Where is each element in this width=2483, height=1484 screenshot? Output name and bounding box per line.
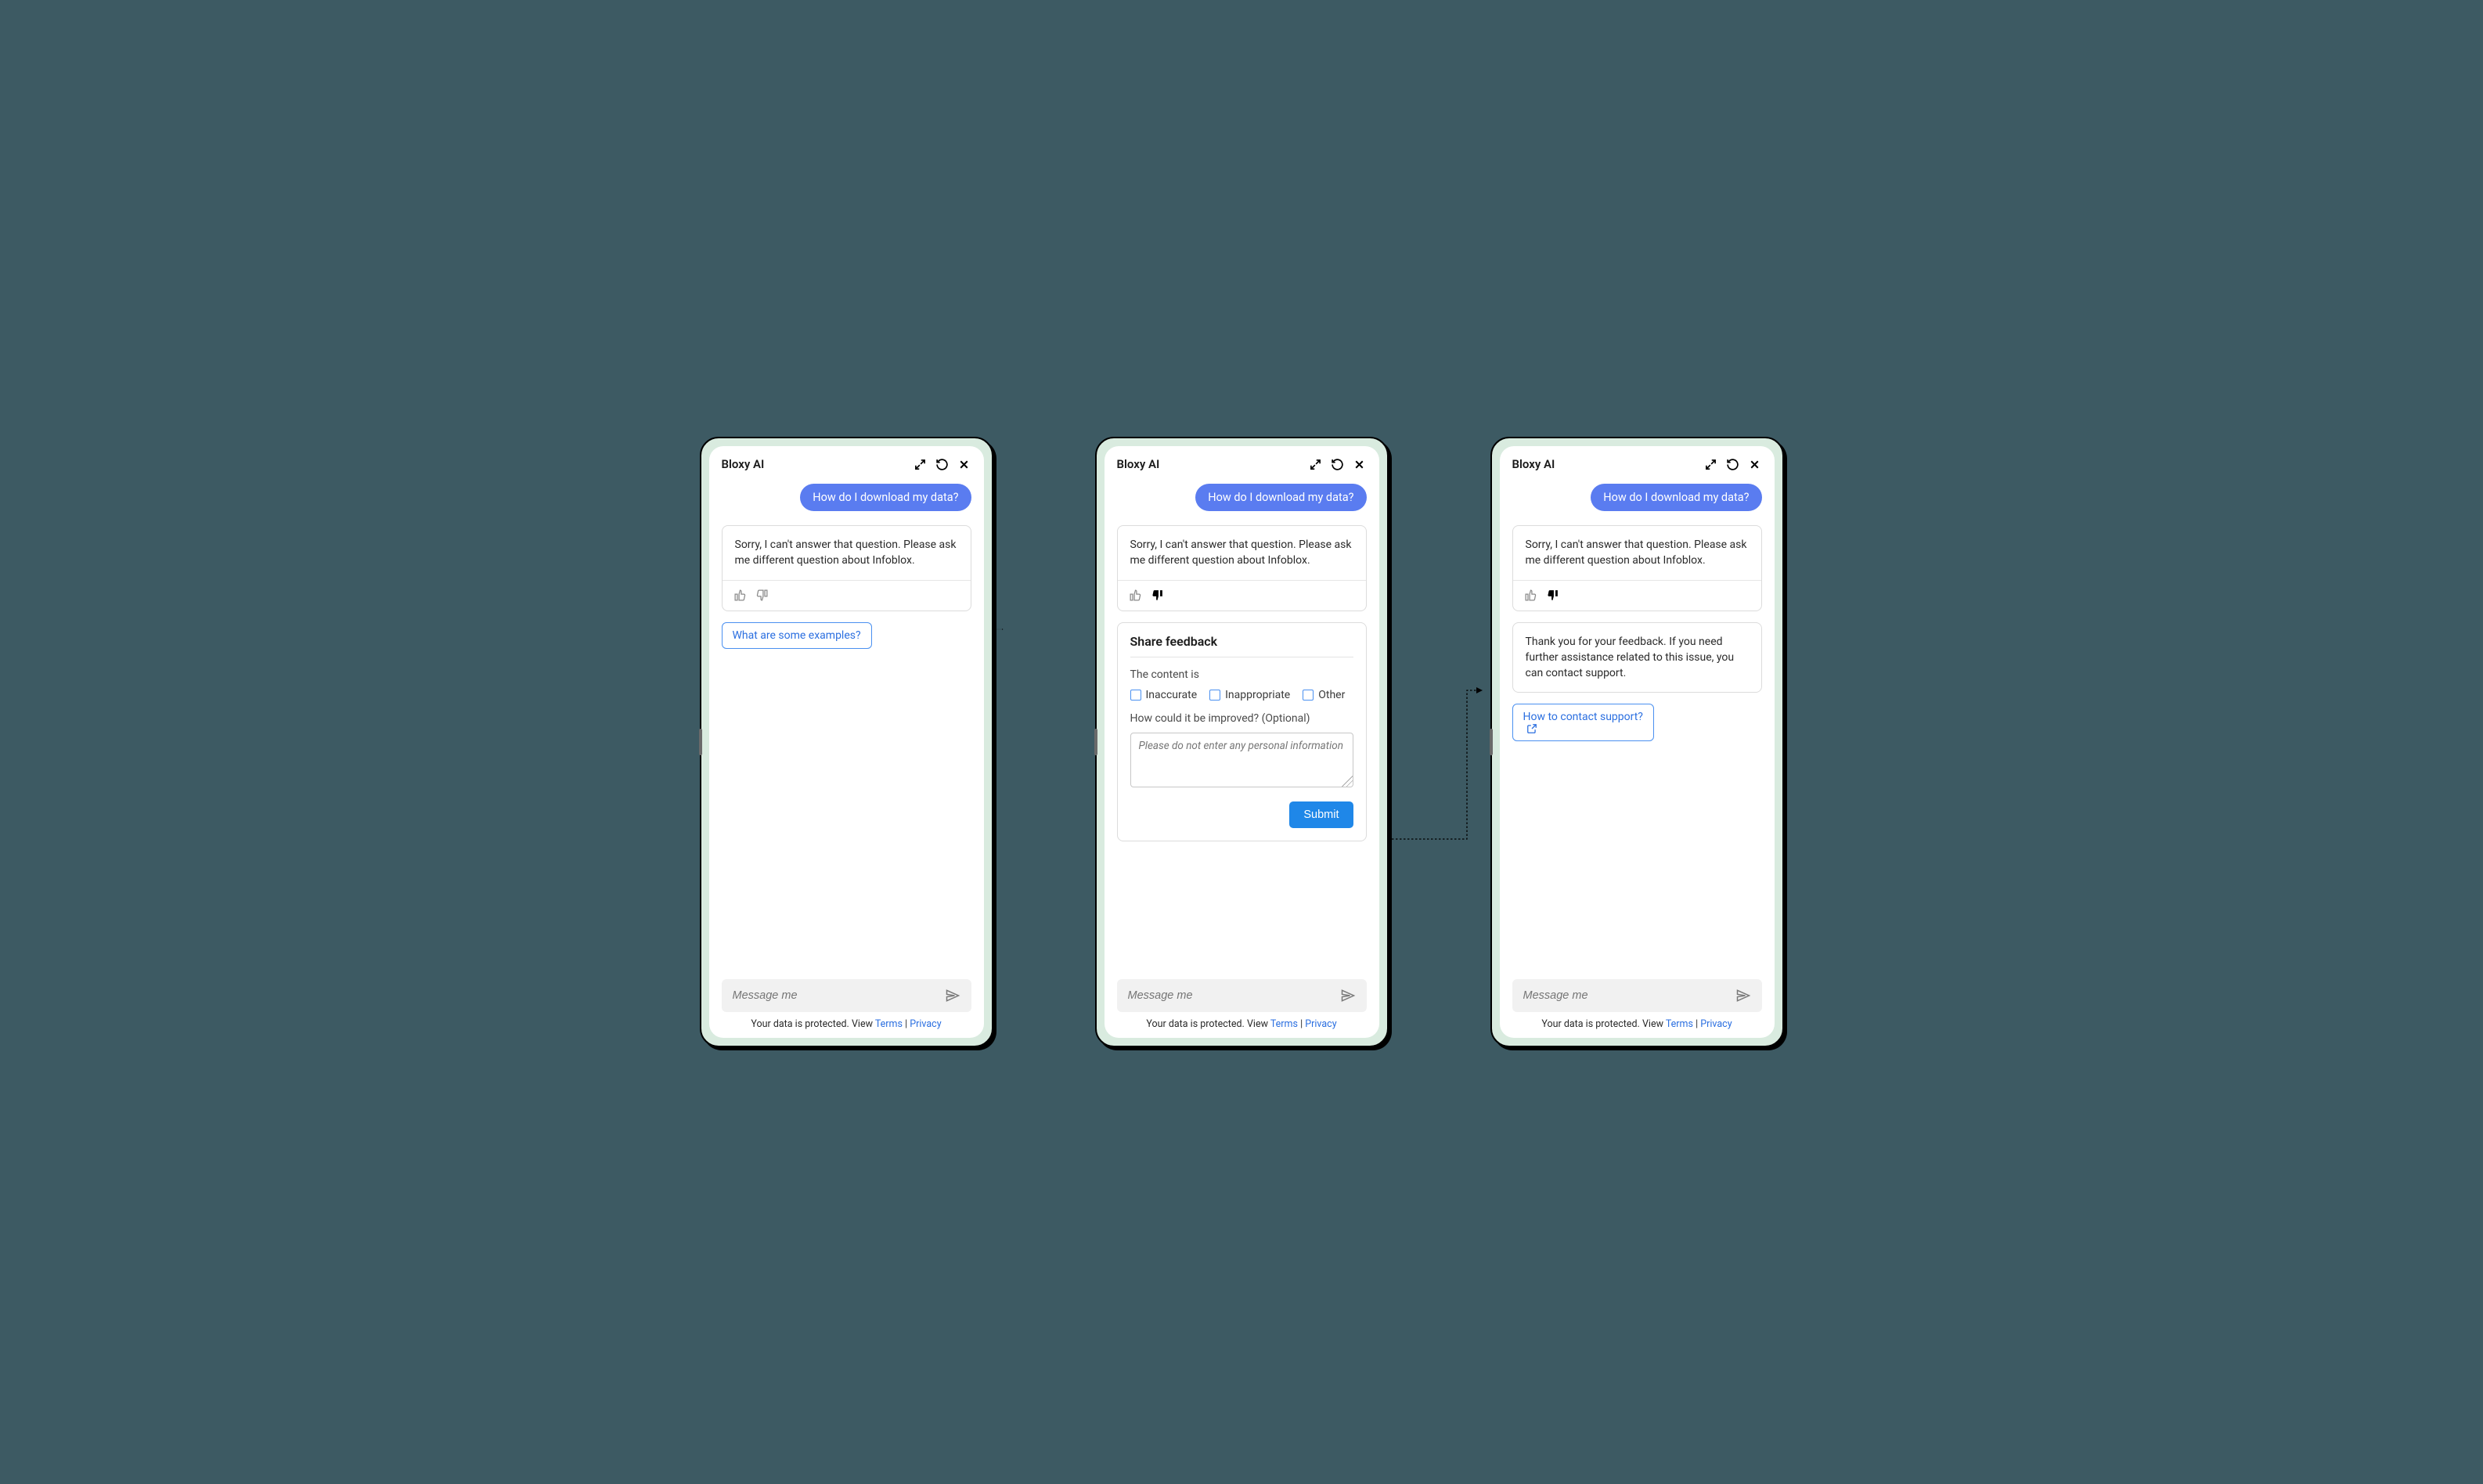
feedback-title: Share feedback: [1130, 634, 1353, 649]
message-input[interactable]: [733, 989, 945, 1002]
close-icon[interactable]: [957, 457, 971, 471]
user-message: How do I download my data?: [800, 484, 971, 511]
close-icon[interactable]: [1353, 457, 1367, 471]
thank-you-text: Thank you for your feedback. If you need…: [1513, 623, 1761, 693]
message-input[interactable]: [1128, 989, 1340, 1002]
privacy-link[interactable]: Privacy: [1700, 1018, 1732, 1030]
terms-link[interactable]: Terms: [1666, 1018, 1693, 1030]
terms-link[interactable]: Terms: [875, 1018, 903, 1030]
reset-icon[interactable]: [1726, 457, 1740, 471]
close-icon[interactable]: [1748, 457, 1762, 471]
user-message: How do I download my data?: [1591, 484, 1761, 511]
legal-line: Your data is protected. View Terms | Pri…: [1117, 1018, 1367, 1030]
checkbox-other[interactable]: Other: [1303, 689, 1345, 701]
thank-you-card: Thank you for your feedback. If you need…: [1512, 622, 1762, 693]
legal-line: Your data is protected. View Terms | Pri…: [1512, 1018, 1762, 1030]
feedback-content-label: The content is: [1130, 668, 1353, 681]
privacy-link[interactable]: Privacy: [910, 1018, 941, 1030]
reset-icon[interactable]: [1331, 457, 1345, 471]
submit-button[interactable]: Submit: [1289, 801, 1353, 828]
message-input-wrap[interactable]: [1117, 979, 1367, 1012]
message-input-wrap[interactable]: [722, 979, 971, 1012]
bot-reply-text: Sorry, I can't answer that question. Ple…: [1118, 526, 1366, 580]
privacy-link[interactable]: Privacy: [1305, 1018, 1336, 1030]
terms-link[interactable]: Terms: [1270, 1018, 1298, 1030]
external-link-icon: [1526, 723, 1537, 734]
app-title: Bloxy AI: [1512, 457, 1555, 471]
bot-reply-card: Sorry, I can't answer that question. Ple…: [1512, 525, 1762, 611]
expand-icon[interactable]: [1309, 457, 1323, 471]
thumbs-down-icon[interactable]: [1546, 589, 1560, 603]
checkbox-inaccurate[interactable]: Inaccurate: [1130, 689, 1198, 701]
send-icon[interactable]: [945, 988, 960, 1003]
drag-handle[interactable]: [1490, 729, 1493, 755]
header: Bloxy AI: [709, 446, 984, 479]
expand-icon[interactable]: [914, 457, 928, 471]
suggestion-support[interactable]: How to contact support?: [1512, 704, 1654, 741]
thumbs-up-icon[interactable]: [733, 589, 748, 603]
chat-window-state-1: Bloxy AI How do I download my data?: [700, 437, 993, 1047]
chat-window-state-3: Bloxy AI How do I download my data? Sorr…: [1490, 437, 1784, 1047]
thumbs-down-icon[interactable]: [1151, 589, 1165, 603]
reset-icon[interactable]: [935, 457, 950, 471]
feedback-textarea[interactable]: [1130, 733, 1353, 787]
app-title: Bloxy AI: [1117, 457, 1160, 471]
send-icon[interactable]: [1340, 988, 1356, 1003]
feedback-improve-label: How could it be improved? (Optional): [1130, 712, 1353, 725]
drag-handle[interactable]: [699, 729, 702, 755]
bot-reply-text: Sorry, I can't answer that question. Ple…: [1513, 526, 1761, 580]
suggestion-examples[interactable]: What are some examples?: [722, 622, 872, 649]
message-input-wrap[interactable]: [1512, 979, 1762, 1012]
app-title: Bloxy AI: [722, 457, 765, 471]
bot-reply-card: Sorry, I can't answer that question. Ple…: [722, 525, 971, 611]
thumbs-up-icon[interactable]: [1129, 589, 1143, 603]
drag-handle[interactable]: [1094, 729, 1097, 755]
expand-icon[interactable]: [1704, 457, 1718, 471]
message-input[interactable]: [1523, 989, 1735, 1002]
thumbs-up-icon[interactable]: [1524, 589, 1538, 603]
thumbs-down-icon[interactable]: [755, 589, 769, 603]
feedback-form: Share feedback The content is Inaccurate…: [1117, 622, 1367, 841]
user-message: How do I download my data?: [1195, 484, 1366, 511]
chat-window-state-2: Bloxy AI How do I download my data? Sorr…: [1095, 437, 1389, 1047]
bot-reply-card: Sorry, I can't answer that question. Ple…: [1117, 525, 1367, 611]
checkbox-inappropriate[interactable]: Inappropriate: [1209, 689, 1290, 701]
legal-line: Your data is protected. View Terms | Pri…: [722, 1018, 971, 1030]
send-icon[interactable]: [1735, 988, 1751, 1003]
bot-reply-text: Sorry, I can't answer that question. Ple…: [723, 526, 971, 580]
